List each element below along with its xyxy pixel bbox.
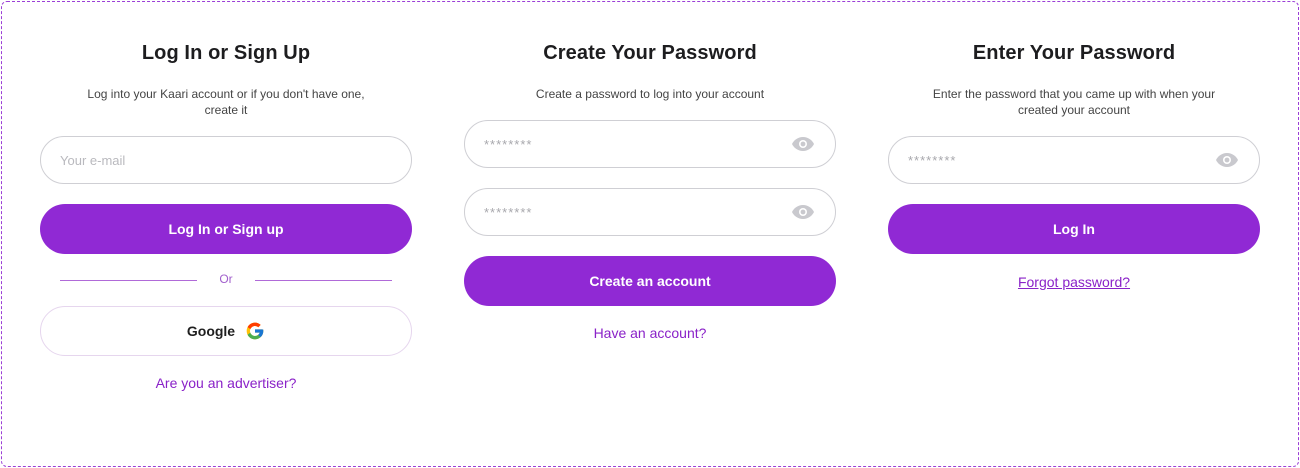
have-account-link[interactable]: Have an account? — [464, 325, 836, 341]
or-divider: Or — [60, 272, 392, 290]
email-field[interactable] — [60, 137, 360, 183]
google-button-label: Google — [186, 323, 236, 339]
eye-icon[interactable] — [791, 203, 815, 221]
confirm-password-field-wrapper — [464, 188, 836, 236]
advertiser-link[interactable]: Are you an advertiser? — [40, 375, 412, 391]
eye-icon[interactable] — [1215, 151, 1239, 169]
login-signup-title: Log In or Sign Up — [141, 42, 311, 64]
login-password-field[interactable] — [908, 137, 1208, 183]
create-password-subtitle: Create a password to log into your accou… — [535, 87, 765, 101]
login-signup-subtitle: Log into your Kaari account or if you do… — [87, 87, 365, 117]
google-logo-icon — [246, 322, 264, 340]
google-signin-button[interactable]: Google — [40, 306, 412, 356]
eye-icon[interactable] — [791, 135, 815, 153]
password-field[interactable] — [484, 121, 784, 167]
forgot-password-link[interactable]: Forgot password? — [888, 274, 1260, 290]
create-account-button[interactable]: Create an account — [464, 256, 836, 306]
enter-password-subtitle: Enter the password that you came up with… — [932, 87, 1216, 117]
email-field-wrapper — [40, 136, 412, 184]
login-signup-button[interactable]: Log In or Sign up — [40, 204, 412, 254]
login-button[interactable]: Log In — [888, 204, 1260, 254]
enter-password-title: Enter Your Password — [972, 42, 1176, 64]
password-field-wrapper — [464, 120, 836, 168]
create-password-title: Create Your Password — [543, 42, 757, 64]
password-field-wrapper — [888, 136, 1260, 184]
confirm-password-field[interactable] — [484, 189, 784, 235]
divider-line-right — [255, 280, 392, 281]
divider-label: Or — [219, 272, 233, 286]
